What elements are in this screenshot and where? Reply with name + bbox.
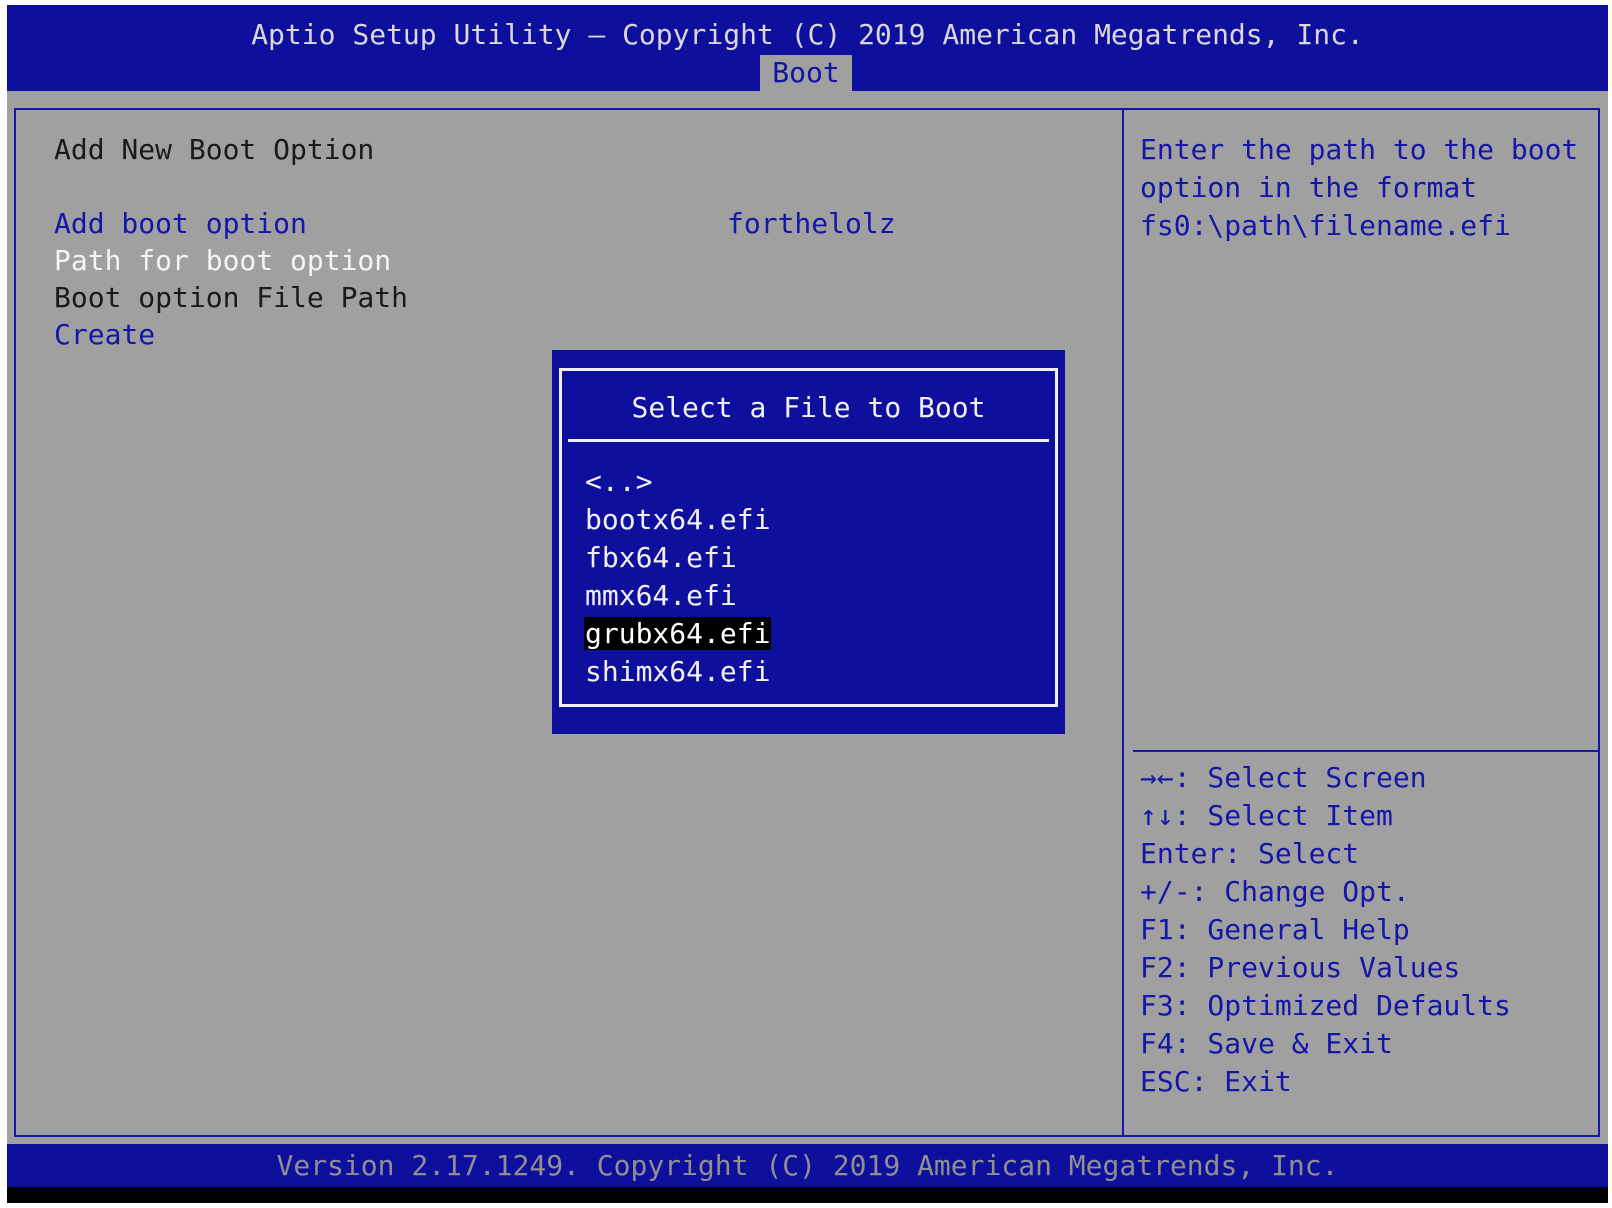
key-hint-f2: F2: Previous Values (1140, 951, 1461, 984)
key-hint-enter: Enter: Select (1140, 837, 1360, 870)
boot-option-file-path-label: Boot option File Path (54, 281, 409, 314)
utility-title: Aptio Setup Utility – Copyright (C) 2019… (251, 18, 1364, 51)
header-bar: Aptio Setup Utility – Copyright (C) 2019… (7, 5, 1608, 91)
create-item[interactable]: Create (54, 316, 155, 354)
file-item-parent-dir[interactable]: <..> (584, 463, 771, 501)
key-hint-f3: F3: Optimized Defaults (1140, 989, 1511, 1022)
help-line: option in the format (1140, 171, 1478, 204)
file-item-mmx64[interactable]: mmx64.efi (584, 577, 771, 615)
dialog-divider (568, 439, 1049, 442)
key-hint-select-screen: →←: Select Screen (1140, 761, 1427, 794)
help-panel: Enter the path to the boot option in the… (1140, 131, 1600, 245)
help-line: Enter the path to the boot (1140, 133, 1579, 166)
tab-boot[interactable]: Boot (760, 55, 852, 91)
key-hint-change-opt: +/-: Change Opt. (1140, 875, 1410, 908)
add-boot-option-label[interactable]: Add boot option (54, 205, 307, 243)
help-divider (1133, 750, 1599, 752)
footer-bar: Version 2.17.1249. Copyright (C) 2019 Am… (7, 1144, 1608, 1187)
file-item-bootx64[interactable]: bootx64.efi (584, 501, 771, 539)
main-area: Add New Boot Option Add boot option fort… (7, 91, 1608, 1144)
key-hint-f4: F4: Save & Exit (1140, 1027, 1393, 1060)
key-hint-select-item: ↑↓: Select Item (1140, 799, 1393, 832)
file-list: <..> bootx64.efi fbx64.efi mmx64.efi gru… (584, 463, 772, 691)
file-item-grubx64-selected[interactable]: grubx64.efi (584, 615, 772, 653)
file-item-fbx64[interactable]: fbx64.efi (584, 539, 771, 577)
file-item-shimx64[interactable]: shimx64.efi (584, 653, 771, 691)
version-text: Version 2.17.1249. Copyright (C) 2019 Am… (276, 1149, 1339, 1182)
file-select-dialog: Select a File to Boot <..> bootx64.efi f… (552, 350, 1065, 734)
key-hint-esc: ESC: Exit (1140, 1065, 1292, 1098)
dialog-title: Select a File to Boot (631, 391, 986, 424)
key-legend: →←: Select Screen ↑↓: Select Item Enter:… (1140, 759, 1511, 1101)
key-hint-f1: F1: General Help (1140, 913, 1410, 946)
column-divider (1122, 110, 1124, 1135)
help-line: fs0:\path\filename.efi (1140, 209, 1511, 242)
bios-screen: Aptio Setup Utility – Copyright (C) 2019… (7, 5, 1608, 1203)
section-title: Add New Boot Option (54, 133, 375, 166)
path-for-boot-option-item[interactable]: Path for boot option (54, 242, 391, 280)
add-boot-option-value[interactable]: forthelolz (727, 205, 896, 243)
